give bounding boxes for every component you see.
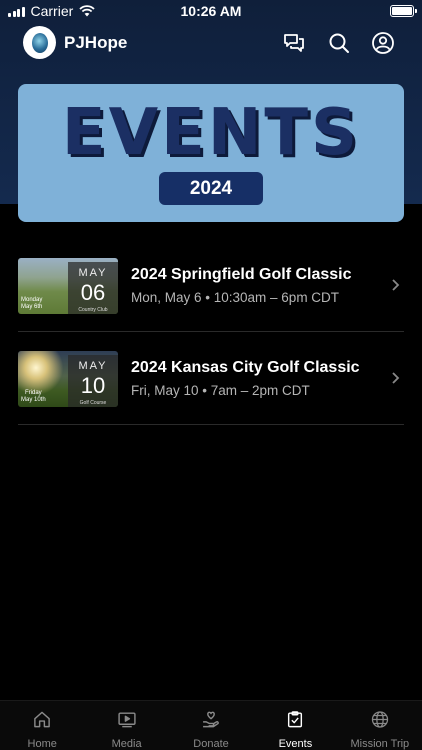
tab-label: Media	[111, 738, 142, 750]
banner-title: EVENTS	[61, 96, 361, 170]
event-datetime: Mon, May 6 • 10:30am – 6pm CDT	[131, 290, 340, 305]
date-day: 06	[80, 280, 106, 305]
date-badge: MAY 06 Country Club	[68, 262, 118, 314]
event-row[interactable]: Monday May 6th MAY 06 Country Club 2024 …	[18, 240, 404, 332]
date-day: 10	[80, 373, 106, 398]
app-header: PJHope	[0, 26, 422, 62]
tab-label: Mission Trip	[350, 738, 410, 750]
event-datetime: Fri, May 10 • 7am – 2pm CDT	[131, 383, 310, 398]
tab-label: Events	[278, 738, 313, 750]
chat-icon[interactable]	[282, 31, 306, 55]
battery-icon	[390, 5, 417, 17]
chevron-right-icon	[392, 279, 400, 291]
date-venue: Golf Course	[79, 400, 107, 406]
events-icon	[288, 711, 303, 728]
thumb-date: May 6th	[21, 304, 43, 310]
banner-year: 2024	[159, 172, 263, 205]
thumb-date: May 10th	[21, 397, 46, 403]
event-row[interactable]: Friday May 10th MAY 10 Golf Course 2024 …	[18, 333, 404, 425]
tab-label: Home	[27, 738, 57, 750]
tab-bar: Home Media Donate Events Mission Trip	[0, 700, 422, 750]
tab-donate[interactable]: Donate	[169, 701, 253, 750]
profile-icon[interactable]	[371, 31, 395, 55]
tab-events[interactable]: Events	[253, 701, 337, 750]
search-icon[interactable]	[327, 31, 351, 55]
chevron-right-icon	[392, 372, 400, 384]
media-icon	[117, 712, 136, 728]
date-venue: Country Club	[78, 307, 108, 313]
event-title: 2024 Springfield Golf Classic	[131, 266, 352, 283]
app-logo[interactable]	[23, 26, 56, 59]
date-month: MAY	[78, 360, 108, 372]
status-time: 10:26 AM	[180, 3, 242, 19]
event-thumbnail: Monday May 6th MAY 06 Country Club	[18, 258, 118, 314]
donate-icon	[203, 711, 219, 728]
globe-icon	[371, 711, 388, 728]
date-month: MAY	[78, 267, 108, 279]
tab-media[interactable]: Media	[84, 701, 168, 750]
event-thumbnail: Friday May 10th MAY 10 Golf Course	[18, 351, 118, 407]
app-name: PJHope	[64, 33, 128, 52]
date-badge: MAY 10 Golf Course	[68, 355, 118, 407]
event-title: 2024 Kansas City Golf Classic	[131, 359, 360, 376]
home-icon	[34, 711, 51, 728]
tab-label: Donate	[193, 738, 229, 750]
tab-home[interactable]: Home	[0, 701, 84, 750]
thumb-weekday: Friday	[25, 390, 42, 396]
status-bar: Carrier 10:26 AM	[0, 0, 422, 22]
events-banner: EVENTS 2024	[18, 84, 404, 222]
tab-mission-trip[interactable]: Mission Trip	[338, 701, 422, 750]
thumb-weekday: Monday	[21, 297, 43, 303]
